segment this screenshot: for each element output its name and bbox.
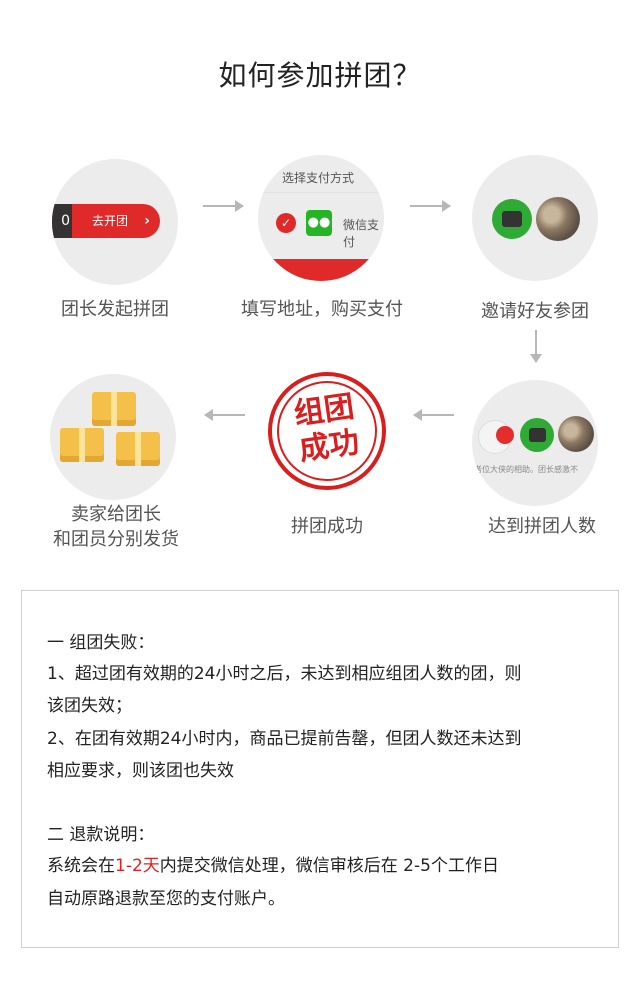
friend-avatar bbox=[536, 197, 580, 241]
wechat-pay-label: 微信支付 bbox=[343, 218, 380, 249]
refund-title: 二 退款说明： bbox=[47, 825, 155, 845]
package-icon bbox=[92, 392, 136, 426]
step-members-reached-label: 达到拼团人数 bbox=[488, 516, 596, 537]
refund-days-highlight: 1-2天 bbox=[115, 856, 160, 876]
arrow-down-icon bbox=[530, 330, 542, 363]
refund-line1: 系统会在1-2天内提交微信处理，微信审核后在 2-5个工作日 bbox=[47, 851, 499, 876]
arrow-right-icon bbox=[410, 200, 451, 212]
wechat-icon: ●● bbox=[306, 210, 332, 236]
step-payment-label: 填写地址，购买支付 bbox=[241, 299, 403, 320]
step-shipping-image bbox=[50, 374, 176, 500]
divider bbox=[258, 192, 384, 193]
checkmark-icon: ✓ bbox=[276, 213, 296, 233]
payment-method-header: 选择支付方式 bbox=[282, 171, 355, 185]
step-group-success-label: 拼团成功 bbox=[291, 516, 363, 537]
refund-text: 内提交微信处理，微信审核后在 2-5个工作日 bbox=[159, 856, 499, 876]
member-avatar bbox=[496, 426, 514, 444]
group-success-stamp: 组团 成功 bbox=[260, 364, 394, 498]
fail-rule-2-line1: 2、在团有效期24小时内，商品已提前告罄，但团人数还未达到 bbox=[47, 729, 522, 749]
members-caption: 者位大侠的相助。团长感激不 bbox=[474, 465, 578, 474]
friend-avatar bbox=[492, 199, 532, 239]
member-avatar bbox=[520, 418, 554, 452]
chevron-right-icon: › bbox=[144, 213, 150, 229]
arrow-left-icon bbox=[204, 409, 245, 421]
step-members-reached-image: 者位大侠的相助。团长感激不 bbox=[472, 380, 598, 506]
step-shipping-label-line1: 卖家给团长 bbox=[71, 504, 161, 525]
step-invite-friends-image bbox=[472, 155, 598, 281]
step-payment-image: 选择支付方式 ✓ ●● 微信支付 bbox=[258, 155, 384, 281]
member-avatar bbox=[558, 416, 594, 452]
step-invite-friends-label: 邀请好友参团 bbox=[481, 301, 589, 322]
package-icon bbox=[60, 428, 104, 462]
refund-line2: 自动原路退款至您的支付账户。 bbox=[47, 889, 285, 909]
count-digit: 0 bbox=[52, 204, 72, 238]
start-group-button: 0 去开团 › bbox=[52, 204, 160, 238]
package-icon bbox=[116, 432, 160, 466]
fail-rule-1-line1: 1、超过团有效期的24小时之后，未达到相应组团人数的团，则 bbox=[47, 664, 522, 684]
arrow-left-icon bbox=[413, 409, 454, 421]
fail-rule-2-line2: 相应要求，则该团也失效 bbox=[47, 761, 234, 781]
step-start-group-image: 0 去开团 › bbox=[52, 159, 178, 285]
page-title: 如何参加拼团？ bbox=[218, 59, 422, 92]
fail-title: 一 组团失败： bbox=[47, 633, 155, 653]
step-start-group-label: 团长发起拼团 bbox=[61, 299, 169, 320]
step-shipping-label-line2: 和团员分别发货 bbox=[53, 529, 179, 550]
arrow-right-icon bbox=[203, 200, 244, 212]
start-group-label: 去开团 bbox=[92, 214, 129, 228]
pay-bar bbox=[258, 259, 384, 281]
refund-text: 系统会在 bbox=[47, 856, 115, 876]
fail-rule-1-line2: 该团失效； bbox=[47, 696, 132, 716]
